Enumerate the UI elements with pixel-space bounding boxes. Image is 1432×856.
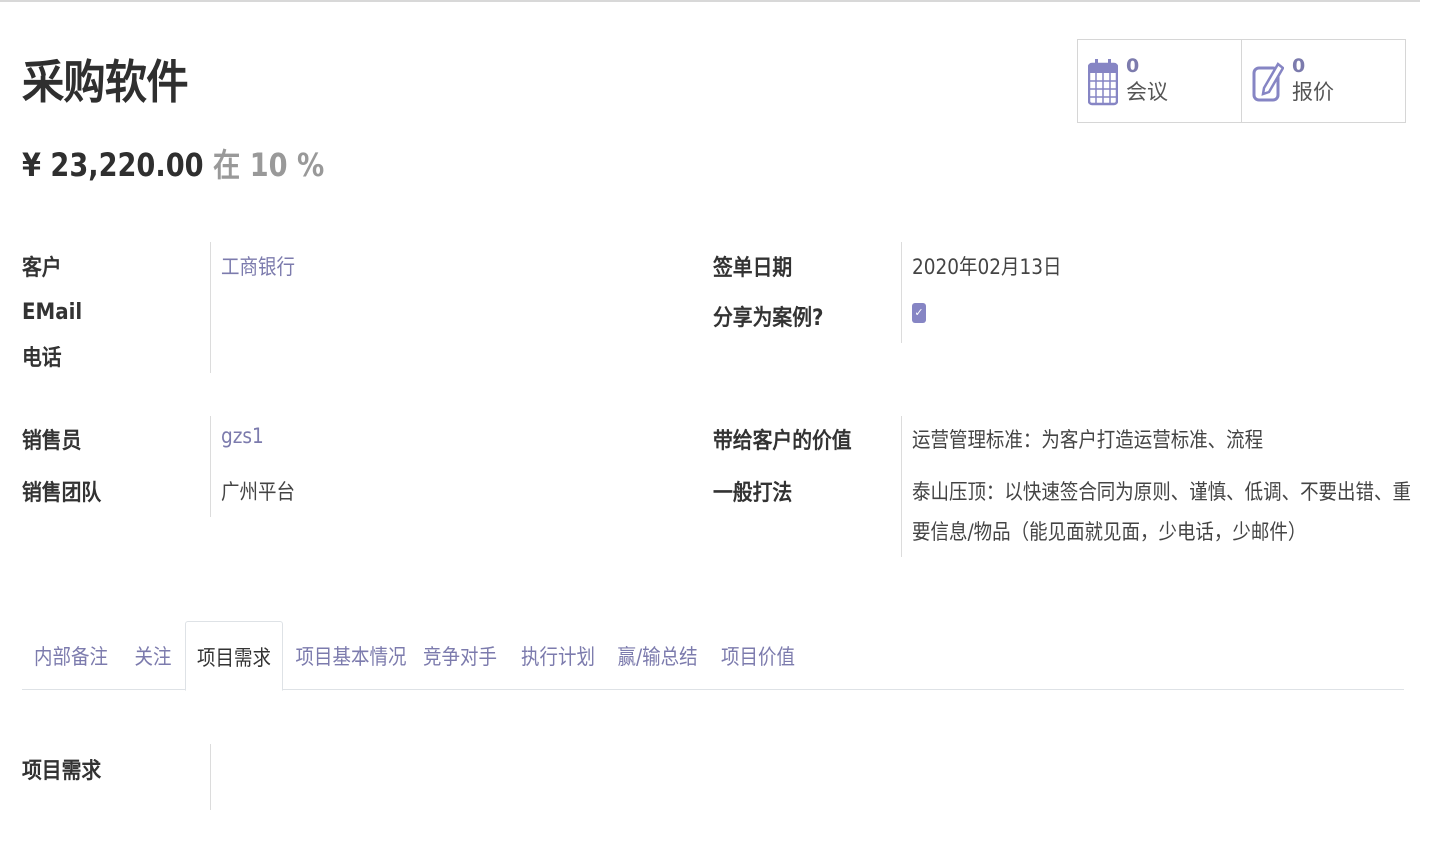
notebook-tabs: 内部备注 关注 项目需求 项目基本情况 竞争对手 执行计划 赢/输总结 项目价值 [22, 621, 1404, 691]
tab-project-requirements[interactable]: 项目需求 [185, 621, 283, 691]
tab-execution-plan[interactable]: 执行计划 [514, 621, 602, 689]
field-divider [210, 744, 211, 810]
top-border [0, 0, 1420, 6]
quotations-button[interactable]: 0 报价 [1242, 40, 1405, 122]
salesperson-label: 销售员 [22, 429, 82, 454]
share-case-checkbox[interactable]: ✓ [912, 303, 926, 323]
tab-internal-notes[interactable]: 内部备注 [22, 621, 120, 689]
amount-row: ¥ 23,220.00 在 10 % [22, 140, 324, 186]
field-divider [210, 242, 211, 373]
sign-date-value[interactable]: 2020年02月13日 [912, 251, 1062, 281]
email-label: EMail [22, 300, 83, 325]
smart-buttons: 0 会议 0 报价 [1077, 39, 1406, 123]
customer-label: 客户 [22, 256, 62, 281]
tab-project-basics[interactable]: 项目基本情况 [288, 621, 407, 689]
quotations-label: 报价 [1292, 80, 1334, 104]
probability: 10 % [249, 146, 325, 184]
approach-text-line1[interactable]: 泰山压顶：以快速签合同为原则、谨慎、低调、不要出错、重 [912, 476, 1411, 506]
tab-project-value[interactable]: 项目价值 [714, 621, 802, 689]
at-word: 在 [213, 146, 241, 184]
phone-label: 电话 [22, 346, 62, 371]
meetings-count: 0 [1126, 55, 1140, 77]
field-divider [901, 416, 902, 557]
pencil-square-icon [1252, 62, 1284, 102]
quotations-count: 0 [1292, 55, 1306, 77]
project-requirements-label: 项目需求 [22, 759, 102, 784]
customer-value-text[interactable]: 运营管理标准：为客户打造运营标准、流程 [912, 424, 1263, 454]
tab-followers[interactable]: 关注 [122, 621, 184, 689]
share-case-label: 分享为案例? [713, 306, 824, 331]
approach-text-line2[interactable]: 要信息/物品（能见面就见面，少电话，少邮件） [912, 516, 1306, 546]
customer-value-label: 带给客户的价值 [713, 429, 852, 454]
meetings-label: 会议 [1126, 80, 1168, 104]
expected-revenue: ¥ 23,220.00 [22, 146, 204, 184]
sales-team-label: 销售团队 [22, 481, 102, 506]
meetings-button[interactable]: 0 会议 [1078, 40, 1242, 122]
sales-team-value[interactable]: 广州平台 [221, 476, 295, 506]
page-title: 采购软件 [22, 55, 189, 109]
tab-win-loss-summary[interactable]: 赢/输总结 [612, 621, 704, 689]
calendar-icon [1088, 59, 1118, 106]
sign-date-label: 签单日期 [713, 256, 793, 281]
customer-link[interactable]: 工商银行 [221, 251, 295, 281]
field-divider [901, 242, 902, 343]
salesperson-link[interactable]: gzs1 [221, 424, 264, 448]
tab-competitors[interactable]: 竞争对手 [416, 621, 504, 689]
approach-label: 一般打法 [713, 481, 793, 506]
field-divider [210, 416, 211, 517]
